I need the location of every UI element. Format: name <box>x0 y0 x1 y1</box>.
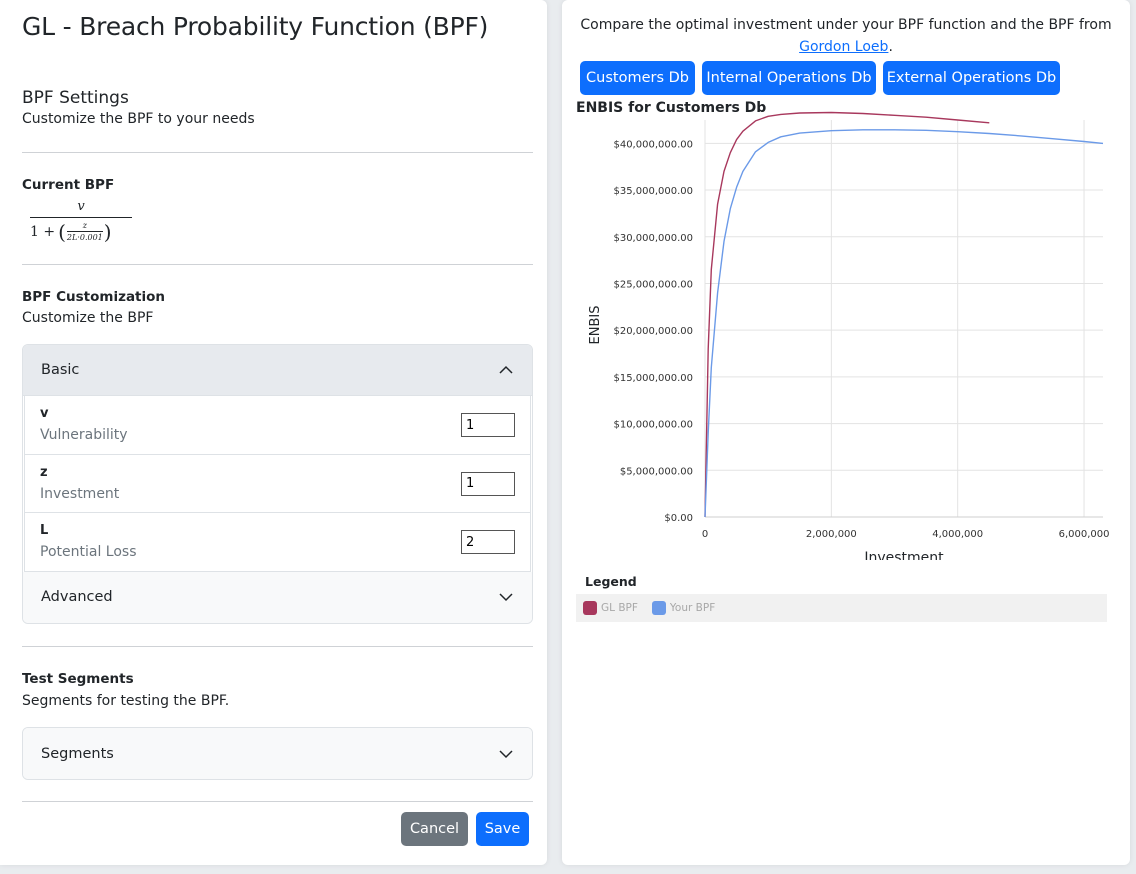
bpf-customization-accordion: Basic v Vulnerability z Investment L Pot… <box>22 344 533 624</box>
field-label-z: z <box>40 464 48 480</box>
x-tick-label: 4,000,000 <box>932 529 983 540</box>
divider <box>22 801 533 802</box>
segments-accordion-header[interactable]: Segments <box>23 728 532 779</box>
legend-swatch-your-bpf <box>651 601 666 615</box>
segments-accordion: Segments <box>22 727 533 780</box>
basic-accordion-label: Basic <box>41 362 80 378</box>
field-description-potential-loss: Potential Loss <box>40 544 137 560</box>
series-line-gl-bpf <box>704 111 990 518</box>
bpf-customization-subtitle: Customize the BPF <box>22 310 154 326</box>
y-tick-label: $35,000,000.00 <box>613 186 693 197</box>
y-tick-label: $25,000,000.00 <box>613 279 693 290</box>
divider <box>22 152 533 153</box>
y-tick-label: $30,000,000.00 <box>613 233 693 244</box>
basic-accordion-header[interactable]: Basic <box>23 345 532 396</box>
bpf-settings-panel: GL - Breach Probability Function (BPF) B… <box>0 0 547 865</box>
bpf-customization-heading: BPF Customization <box>22 289 166 305</box>
enbis-line-chart: $0.00 $5,000,000.00 $10,000,000.00 $15,000,… <box>588 111 1110 560</box>
cancel-button[interactable]: Cancel <box>401 812 468 846</box>
gordon-loeb-link[interactable]: Gordon Loeb <box>799 39 888 55</box>
legend-swatch-gl-bpf <box>583 601 597 615</box>
legend-item-gl-bpf[interactable]: GL BPF <box>583 601 638 615</box>
field-description-vulnerability: Vulnerability <box>40 427 128 443</box>
field-row-l: L Potential Loss <box>24 513 531 572</box>
tab-external-operations-db[interactable]: External Operations Db <box>883 61 1060 95</box>
formula-inner-numerator: z <box>82 221 87 230</box>
vulnerability-input[interactable] <box>461 413 515 437</box>
bpf-settings-heading: BPF Settings <box>22 88 129 108</box>
field-row-z: z Investment <box>24 454 531 513</box>
field-label-v: v <box>40 406 49 421</box>
compare-description: Compare the optimal investment under you… <box>562 14 1130 58</box>
link-suffix: . <box>888 39 893 55</box>
field-row-v: v Vulnerability <box>24 396 531 455</box>
current-bpf-heading: Current BPF <box>22 177 115 193</box>
y-tick-label: $40,000,000.00 <box>613 139 693 150</box>
x-tick-label: 2,000,000 <box>806 529 857 540</box>
y-tick-label: $10,000,000.00 <box>613 420 693 431</box>
legend-label-your-bpf: Your BPF <box>669 602 716 614</box>
x-tick-label: 6,000,000 <box>1059 529 1110 540</box>
chart-legend: GL BPF Your BPF <box>576 594 1107 622</box>
legend-label-gl-bpf: GL BPF <box>601 602 638 614</box>
x-axis-label: Investment <box>864 550 944 560</box>
comparison-panel: Compare the optimal investment under you… <box>562 0 1130 865</box>
formula-numerator: v <box>77 199 85 214</box>
legend-title: Legend <box>585 574 637 589</box>
test-segments-heading: Test Segments <box>22 671 134 687</box>
advanced-accordion-header[interactable]: Advanced <box>23 571 532 623</box>
bpf-settings-subtitle: Customize the BPF to your needs <box>22 111 255 127</box>
segments-accordion-label: Segments <box>41 745 114 762</box>
divider <box>22 646 533 647</box>
tab-customers-db[interactable]: Customers Db <box>580 61 695 95</box>
compare-text: Compare the optimal investment under you… <box>580 17 1112 33</box>
chevron-down-icon <box>499 593 513 602</box>
y-tick-label: $15,000,000.00 <box>613 373 693 384</box>
y-axis-label: ENBIS <box>588 306 603 345</box>
chevron-up-icon <box>499 365 513 374</box>
formula-denominator-prefix: 1 + <box>30 223 56 240</box>
test-segments-subtitle: Segments for testing the BPF. <box>22 693 230 709</box>
x-tick-label: 0 <box>702 529 708 540</box>
legend-item-your-bpf[interactable]: Your BPF <box>651 601 716 615</box>
investment-input[interactable] <box>461 471 515 496</box>
potential-loss-input[interactable] <box>461 530 515 554</box>
current-bpf-formula: v 1 + ( z 2L·0.001 ) <box>30 199 132 242</box>
field-description-investment: Investment <box>40 485 120 502</box>
advanced-accordion-label: Advanced <box>41 589 113 605</box>
field-label-l: L <box>40 523 49 538</box>
divider <box>22 264 533 265</box>
save-button[interactable]: Save <box>476 812 529 846</box>
tab-internal-operations-db[interactable]: Internal Operations Db <box>702 61 876 95</box>
chevron-down-icon <box>499 749 513 758</box>
y-tick-label: $0.00 <box>664 513 693 524</box>
series-line-your-bpf <box>704 129 1104 518</box>
y-tick-label: $20,000,000.00 <box>613 326 693 337</box>
y-tick-label: $5,000,000.00 <box>620 466 693 477</box>
formula-inner-denominator: 2L·0.001 <box>66 233 103 242</box>
page-title: GL - Breach Probability Function (BPF) <box>22 12 489 41</box>
